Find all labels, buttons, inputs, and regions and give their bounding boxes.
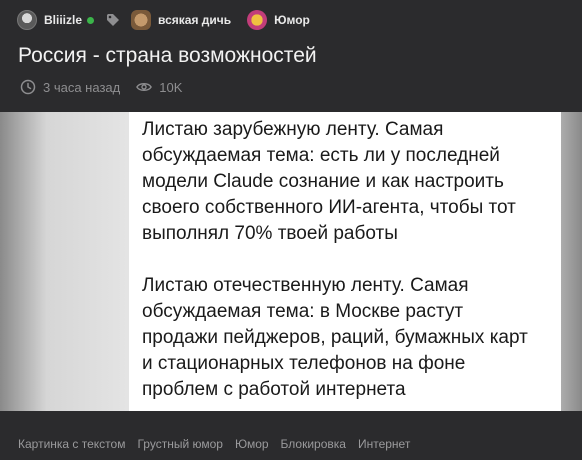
- post-time: 3 часа назад: [43, 79, 121, 95]
- post-stats: 3 часа назад 10K: [20, 78, 182, 96]
- image-text-line: проблем с работой интернета: [142, 379, 406, 400]
- community-link-humor[interactable]: Юмор: [247, 10, 310, 30]
- post-tags: Картинка с текстом Грустный юмор Юмор Бл…: [18, 436, 422, 452]
- tag-link[interactable]: Грустный юмор: [137, 437, 222, 451]
- post-card: Bliiizle всякая дичь Юмор Россия - стран…: [0, 0, 582, 460]
- community-avatar: [247, 10, 268, 30]
- post-image[interactable]: Листаю зарубежную ленту. Самая обсуждаем…: [0, 112, 582, 411]
- image-text-line: продажи пейджеров, раций, бумажных карт: [142, 327, 528, 348]
- author-name[interactable]: Bliiizle: [44, 13, 82, 27]
- image-text-line: модели Claude сознание и как настроить: [142, 171, 504, 192]
- image-text-line: и стационарных телефонов на фоне: [142, 353, 466, 374]
- online-status-dot: [87, 16, 95, 24]
- image-text-line: обсуждаемая тема: в Москве растут: [142, 301, 464, 322]
- eye-icon: [136, 79, 153, 95]
- post-views: 10K: [159, 79, 183, 95]
- image-text-line: обсуждаемая тема: есть ли у последней: [142, 145, 500, 166]
- tag-link[interactable]: Юмор: [235, 437, 269, 451]
- tag-icon: [106, 13, 120, 27]
- community-link-dich[interactable]: всякая дичь: [131, 10, 231, 30]
- image-text-line: выполнял 70% твоей работы: [142, 223, 398, 244]
- image-text-line: Листаю зарубежную ленту. Самая: [142, 119, 444, 140]
- tag-link[interactable]: Картинка с текстом: [18, 437, 125, 451]
- community-avatar: [131, 10, 152, 30]
- community-name: всякая дичь: [158, 13, 232, 27]
- image-text-line: своего собственного ИИ-агента, чтобы тот: [142, 197, 516, 218]
- post-meta: Bliiizle всякая дичь Юмор: [17, 8, 310, 32]
- community-name: Юмор: [274, 13, 310, 27]
- clock-icon: [20, 79, 36, 95]
- tag-link[interactable]: Интернет: [358, 437, 410, 451]
- tag-link[interactable]: Блокировка: [281, 437, 346, 451]
- image-text-card: Листаю зарубежную ленту. Самая обсуждаем…: [129, 112, 561, 411]
- author-avatar[interactable]: [17, 10, 37, 30]
- image-text-line: Листаю отечественную ленту. Самая: [142, 275, 469, 296]
- post-title[interactable]: Россия - страна возможностей: [18, 44, 317, 68]
